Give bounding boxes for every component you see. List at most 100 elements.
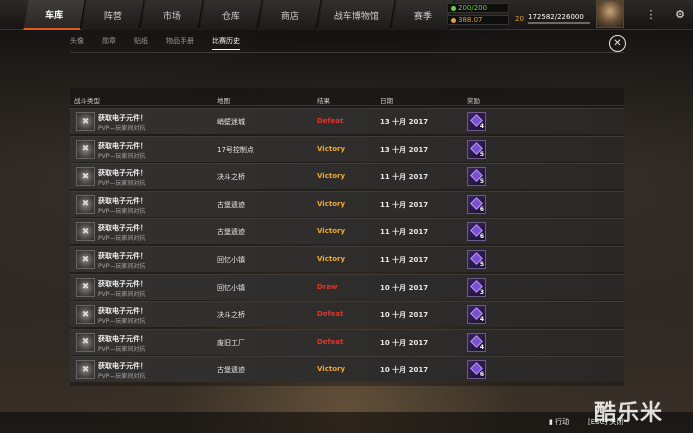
battle-title: 获取电子元件！ — [98, 252, 147, 260]
tab-4[interactable]: 商店 — [259, 0, 322, 30]
battle-type-icon: ✖ — [76, 360, 95, 380]
reward-count: 5 — [479, 150, 484, 158]
battle-result: Victory — [317, 365, 346, 374]
battle-title: 获取电子元件！ — [98, 307, 147, 316]
battle-result: Victory — [317, 227, 346, 236]
header-type: 战斗类型 — [74, 97, 100, 105]
gem-icon — [451, 5, 456, 11]
battle-title: 获取电子元件！ — [98, 196, 147, 205]
table-row[interactable]: ✖ 获取电子元件！ PVP—玩家间对抗 决斗之桥 Defeat 10 十月 2017 4 — [70, 301, 624, 328]
battle-result: Defeat — [317, 310, 344, 319]
battle-type-icon: ✖ — [76, 250, 95, 269]
map-name: 古堡遗迹 — [217, 228, 245, 237]
battle-mode: PVP—玩家间对抗 — [98, 345, 146, 353]
battle-title: 获取电子元件！ — [98, 141, 147, 150]
battle-title: 获取电子元件！ — [98, 362, 147, 371]
tab-3[interactable]: 仓库 — [200, 0, 263, 30]
battle-date: 10 十月 2017 — [380, 283, 429, 292]
main-tabs: 车库 阵营 市场 仓库 商店 战车博物馆 赛季 — [23, 0, 455, 30]
reward-count: 5 — [479, 178, 484, 186]
tab-5[interactable]: 战车博物馆 — [318, 0, 396, 30]
reward-count: 4 — [479, 316, 484, 324]
reward-item[interactable]: 5 — [467, 167, 486, 187]
table-row[interactable]: ✖ 获取电子元件！ PVP—玩家间对抗 峭壁迷城 Defeat 13 十月 2017 4 — [70, 108, 624, 134]
battle-mode: PVP—玩家间对抗 — [98, 125, 146, 132]
tab-label: 市场 — [162, 11, 181, 22]
tab-1[interactable]: 阵营 — [82, 0, 145, 30]
subtab-4[interactable]: 比赛历史 — [212, 36, 240, 50]
table-row[interactable]: ✖ 获取电子元件！ PVP—玩家间对抗 决斗之桥 Victory 11 十月 2017 5 — [70, 163, 624, 190]
battle-type-icon: ✖ — [76, 305, 95, 325]
battle-mode: PVP—玩家间对抗 — [98, 373, 146, 381]
subtab-2[interactable]: 贴纸 — [134, 36, 148, 50]
reward-item[interactable]: 3 — [467, 277, 486, 297]
green-currency-value: 200/200 — [458, 4, 488, 12]
table-row[interactable]: ✖ 获取电子元件！ PVP—玩家间对抗 回忆小镇 Victory 11 十月 2017 5 — [70, 246, 624, 272]
action-hint[interactable]: ▮ 行动 — [549, 417, 569, 427]
reward-item[interactable]: 6 — [467, 194, 486, 214]
battle-title: 获取电子元件！ — [98, 114, 147, 122]
reward-count: 6 — [479, 205, 484, 213]
table-header: 战斗类型 地图 结果 日期 奖励 — [70, 92, 624, 106]
reward-item[interactable]: 5 — [467, 250, 486, 269]
battle-type-icon: ✖ — [76, 222, 95, 242]
battle-date: 11 十月 2017 — [380, 173, 429, 182]
battle-date: 10 十月 2017 — [380, 366, 429, 375]
map-name: 废旧工厂 — [217, 338, 245, 347]
battle-mode: PVP—玩家间对抗 — [98, 152, 146, 160]
table-row[interactable]: ✖ 获取电子元件！ PVP—玩家间对抗 古堡遗迹 Victory 11 十月 2017 6 — [70, 190, 624, 217]
map-name: 峭壁迷城 — [217, 118, 245, 126]
header-date: 日期 — [380, 97, 393, 105]
battle-title: 获取电子元件！ — [98, 334, 147, 343]
reward-count: 3 — [479, 288, 484, 296]
battle-result: Victory — [317, 255, 346, 263]
reward-item[interactable]: 4 — [467, 112, 486, 131]
subtab-3[interactable]: 物品手册 — [166, 36, 194, 50]
mouse-icon: ▮ — [549, 418, 553, 426]
reward-count: 5 — [479, 261, 484, 268]
player-level: 20 — [515, 15, 524, 23]
reward-item[interactable]: 4 — [467, 305, 486, 325]
avatar[interactable] — [596, 0, 624, 28]
battle-result: Draw — [317, 282, 338, 291]
battle-title: 获取电子元件！ — [98, 224, 147, 233]
sub-tabs: 头像 勋章 贴纸 物品手册 比赛历史 — [70, 36, 258, 50]
battle-mode: PVP—玩家间对抗 — [98, 235, 146, 243]
player-xp: 172582/226000 — [528, 13, 590, 24]
reward-count: 6 — [479, 371, 484, 379]
tab-label: 商店 — [280, 11, 299, 22]
subtab-0[interactable]: 头像 — [70, 36, 84, 50]
table-row[interactable]: ✖ 获取电子元件！ PVP—玩家间对抗 17号控制点 Victory 13 十月 2017… — [70, 135, 624, 162]
reward-item[interactable]: 5 — [467, 139, 486, 159]
more-options-icon[interactable]: ⋮ — [643, 6, 659, 22]
gear-icon[interactable]: ⚙ — [672, 6, 688, 22]
battle-result: Defeat — [317, 117, 344, 125]
tab-label: 车库 — [45, 10, 64, 21]
battle-date: 13 十月 2017 — [380, 118, 429, 126]
close-icon[interactable]: ✕ — [609, 35, 626, 52]
reward-item[interactable]: 6 — [467, 360, 486, 380]
tab-6[interactable]: 赛季 — [392, 0, 455, 30]
table-row[interactable]: ✖ 获取电子元件！ PVP—玩家间对抗 回忆小镇 Draw 10 十月 2017 3 — [70, 273, 624, 300]
action-label: 行动 — [555, 418, 570, 426]
reward-count: 4 — [479, 343, 484, 351]
reward-item[interactable]: 6 — [467, 222, 486, 242]
battle-date: 10 十月 2017 — [380, 311, 429, 320]
tab-label: 阵营 — [103, 11, 122, 22]
battle-title: 获取电子元件！ — [98, 169, 147, 178]
map-name: 决斗之桥 — [217, 311, 245, 320]
reward-item[interactable]: 4 — [467, 332, 486, 352]
battle-date: 13 十月 2017 — [380, 145, 429, 154]
gold-currency: 388.07 — [447, 15, 509, 25]
map-name: 古堡遗迹 — [217, 200, 245, 209]
tab-2[interactable]: 市场 — [141, 0, 204, 30]
table-row[interactable]: ✖ 获取电子元件！ PVP—玩家间对抗 古堡遗迹 Victory 10 十月 2017 6 — [70, 356, 624, 383]
battle-mode: PVP—玩家间对抗 — [98, 207, 146, 215]
table-row[interactable]: ✖ 获取电子元件！ PVP—玩家间对抗 古堡遗迹 Victory 11 十月 2017 6 — [70, 218, 624, 245]
table-row[interactable]: ✖ 获取电子元件！ PVP—玩家间对抗 废旧工厂 Defeat 10 十月 2017 4 — [70, 328, 624, 355]
subtab-1[interactable]: 勋章 — [102, 36, 116, 50]
green-currency: 200/200 — [447, 3, 509, 13]
map-name: 回忆小镇 — [217, 256, 245, 264]
watermark-text: 酷乐米 — [594, 401, 664, 426]
tab-0[interactable]: 车库 — [23, 0, 86, 30]
